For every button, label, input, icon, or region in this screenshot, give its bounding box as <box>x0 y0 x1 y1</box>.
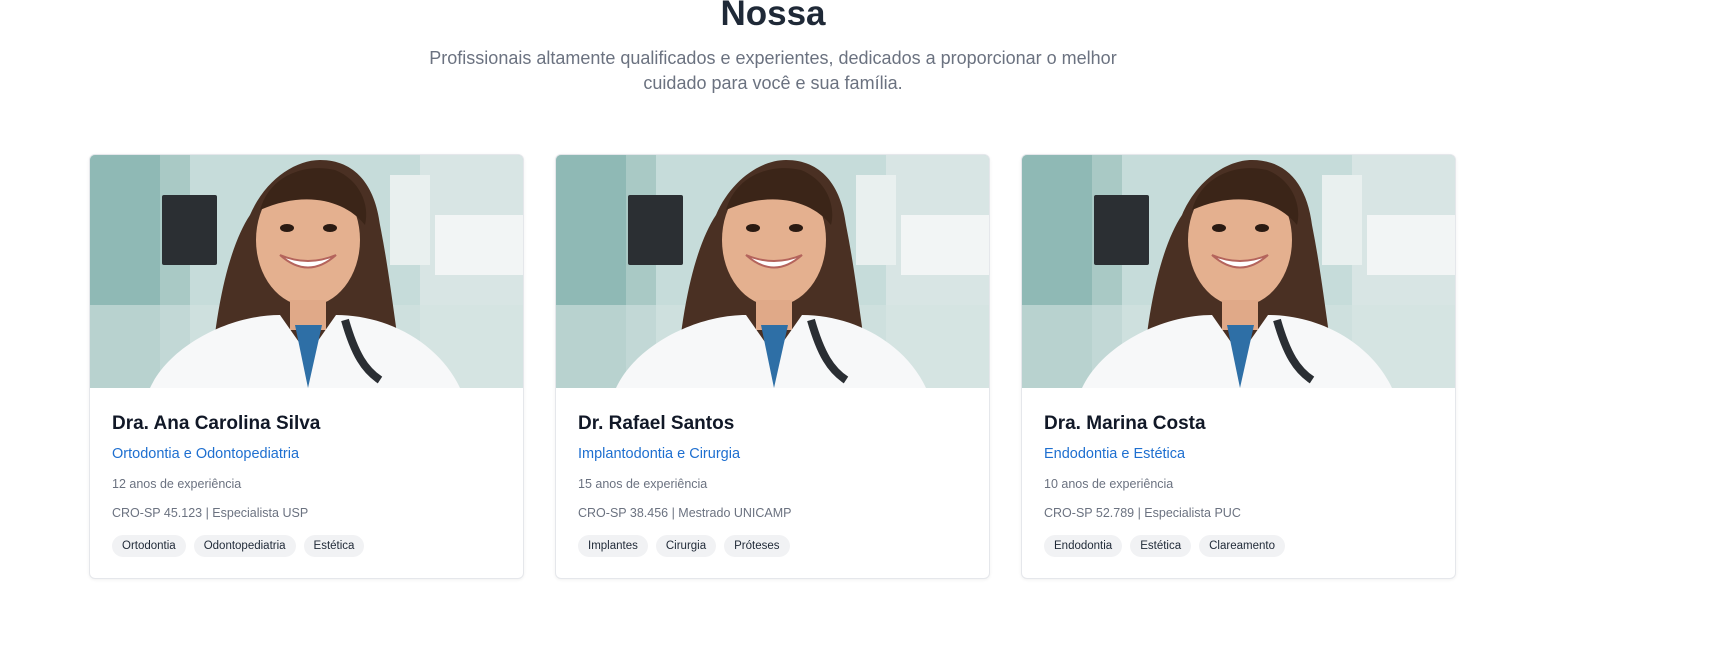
tag: Clareamento <box>1199 535 1285 557</box>
team-card: Dr. Rafael Santos Implantodontia e Cirur… <box>555 154 990 579</box>
tag: Estética <box>1130 535 1192 557</box>
doctor-name: Dr. Rafael Santos <box>578 413 735 434</box>
team-card: Dra. Ana Carolina Silva Ortodontia e Odo… <box>89 154 524 579</box>
tag: Implantes <box>578 535 648 557</box>
doctor-specialty: Ortodontia e Odontopediatria <box>112 446 300 462</box>
section-title: Nossa <box>720 0 826 33</box>
tag: Endodontia <box>1044 535 1123 557</box>
tag: Estética <box>303 535 365 557</box>
doctor-name: Dra. Ana Carolina Silva <box>112 413 321 434</box>
tag: Odontopediatria <box>193 535 296 557</box>
tag-list: Endodontia Estética Clareamento <box>1044 535 1433 557</box>
doctor-name: Dra. Marina Costa <box>1044 413 1206 434</box>
doctor-photo <box>90 155 523 388</box>
doctor-credentials: CRO-SP 45.123 | Especialista USP <box>112 506 309 520</box>
doctor-photo <box>1022 155 1455 388</box>
doctor-experience: 12 anos de experiência <box>112 477 242 491</box>
doctor-experience: 10 anos de experiência <box>1044 477 1174 491</box>
tag: Próteses <box>724 535 790 557</box>
tag: Cirurgia <box>655 535 717 557</box>
doctor-specialty: Implantodontia e Cirurgia <box>578 446 741 462</box>
doctor-credentials: CRO-SP 38.456 | Mestrado UNICAMP <box>578 506 792 520</box>
doctor-experience: 15 anos de experiência <box>578 477 708 491</box>
doctor-credentials: CRO-SP 52.789 | Especialista PUC <box>1044 506 1241 520</box>
doctor-specialty: Endodontia e Estética <box>1044 446 1186 462</box>
tag-list: Implantes Cirurgia Próteses <box>578 535 967 557</box>
team-card: Dra. Marina Costa Endodontia e Estética … <box>1021 154 1456 579</box>
tag: Ortodontia <box>112 535 186 557</box>
section-subtitle: Profissionais altamente qualificados e e… <box>429 48 1117 93</box>
doctor-photo <box>556 155 989 388</box>
team-section: Nossa Profissionais altamente qualificad… <box>0 0 1722 671</box>
tag-list: Ortodontia Odontopediatria Estética <box>112 535 501 557</box>
